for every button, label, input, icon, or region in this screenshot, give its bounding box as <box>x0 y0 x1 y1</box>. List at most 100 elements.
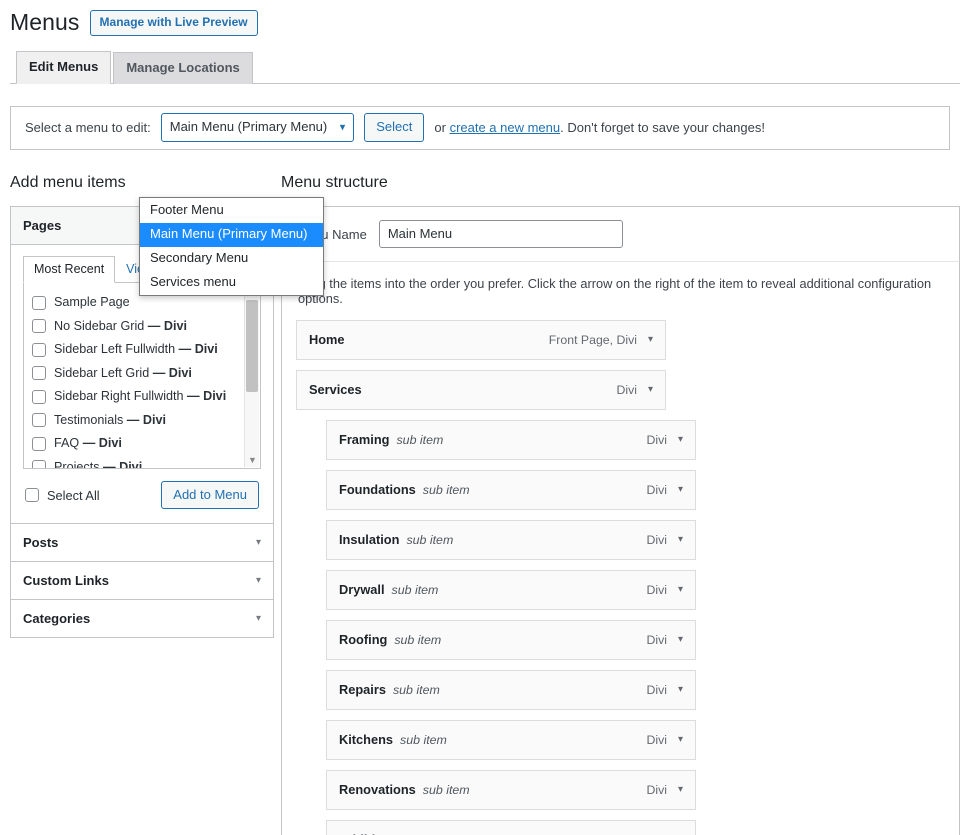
page-title: Menus <box>10 9 80 35</box>
menu-item-renovations[interactable]: Renovations sub item Divi ▾ <box>326 770 696 810</box>
list-item[interactable]: Testimonials — Divi <box>32 409 260 433</box>
menu-item-insulation[interactable]: Insulation sub item Divi ▾ <box>326 520 696 560</box>
add-to-menu-button[interactable]: Add to Menu <box>161 481 259 509</box>
chevron-down-icon[interactable]: ▾ <box>256 613 261 624</box>
select-button[interactable]: Select <box>364 113 425 143</box>
checkbox[interactable] <box>32 319 46 334</box>
menu-structure-heading: Menu structure <box>281 173 388 191</box>
posts-panel-title: Posts <box>23 535 59 550</box>
menu-item-meta: Divi ▾ <box>646 683 683 697</box>
chevron-down-icon[interactable]: ▾ <box>678 784 683 795</box>
menu-item-meta: Front Page, Divi ▾ <box>549 333 653 347</box>
menu-item-labels: Drywall sub item <box>339 582 438 597</box>
dropdown-option-secondary-menu[interactable]: Secondary Menu <box>140 247 323 271</box>
nav-tab-bar: Edit Menus Manage Locations <box>10 51 960 84</box>
menu-item-subtitle: sub item <box>422 783 470 797</box>
chevron-down-icon[interactable]: ▾ <box>648 334 653 345</box>
menu-item-meta: Divi ▾ <box>646 433 683 447</box>
chevron-down-icon[interactable]: ▾ <box>648 384 653 395</box>
menu-item-title: Services <box>309 382 362 397</box>
checkbox[interactable] <box>32 413 46 428</box>
checkbox[interactable] <box>32 342 46 357</box>
chevron-down-icon[interactable]: ▾ <box>678 634 683 645</box>
scrollbar-thumb[interactable] <box>246 300 258 392</box>
list-item-label: No Sidebar Grid — Divi <box>54 318 187 333</box>
menu-item-labels: Repairs sub item <box>339 682 440 697</box>
menu-item-roofing[interactable]: Roofing sub item Divi ▾ <box>326 620 696 660</box>
checkbox[interactable] <box>32 460 46 468</box>
menu-name-input[interactable] <box>378 220 623 248</box>
menu-item-subtitle: sub item <box>392 683 440 697</box>
menu-item-type: Divi <box>646 632 667 647</box>
checkbox[interactable] <box>32 366 46 381</box>
menu-item-title: Roofing <box>339 632 388 647</box>
chevron-down-icon[interactable]: ▾ <box>678 484 683 495</box>
menu-item-home[interactable]: Home Front Page, Divi ▾ <box>296 320 666 360</box>
chevron-down-icon[interactable]: ▾ <box>256 537 261 548</box>
checkbox[interactable] <box>32 295 46 310</box>
menu-item-title: Kitchens <box>339 732 394 747</box>
menu-item-services[interactable]: Services Divi ▾ <box>296 370 666 410</box>
menu-structure-column: Menu Name Drag the items into the order … <box>281 206 960 835</box>
manage-with-live-preview-button[interactable]: Manage with Live Preview <box>89 10 258 36</box>
tab-most-recent[interactable]: Most Recent <box>23 256 116 283</box>
menu-item-labels: Roofing sub item <box>339 632 441 647</box>
dropdown-option-services-menu[interactable]: Services menu <box>140 271 323 295</box>
menu-select-value: Main Menu (Primary Menu) <box>169 119 328 135</box>
dropdown-option-main-menu[interactable]: Main Menu (Primary Menu) <box>140 222 323 247</box>
chevron-down-icon[interactable]: ▾ <box>678 584 683 595</box>
menu-item-additions[interactable]: Additions sub item Divi ▾ <box>326 820 696 835</box>
categories-panel-header[interactable]: Categories ▾ <box>11 600 273 637</box>
tab-manage-locations[interactable]: Manage Locations <box>113 52 253 84</box>
chevron-down-icon[interactable]: ▾ <box>678 684 683 695</box>
list-item[interactable]: No Sidebar Grid — Divi <box>32 315 260 339</box>
menu-item-type: Divi <box>616 382 637 397</box>
pages-panel-footer: Select All Add to Menu <box>23 469 261 511</box>
menu-item-labels: Home <box>309 332 352 347</box>
list-item[interactable]: Sidebar Left Grid — Divi <box>32 362 260 386</box>
menu-item-framing[interactable]: Framing sub item Divi ▾ <box>326 420 696 460</box>
scroll-down-icon[interactable]: ▼ <box>245 453 260 467</box>
menu-item-kitchens[interactable]: Kitchens sub item Divi ▾ <box>326 720 696 760</box>
posts-panel: Posts ▾ <box>10 523 274 562</box>
checkbox[interactable] <box>32 436 46 451</box>
menu-items-area: Drag the items into the order you prefer… <box>281 261 960 835</box>
menu-item-subtitle: sub item <box>396 433 444 447</box>
list-item[interactable]: Sidebar Right Fullwidth — Divi <box>32 385 260 409</box>
menu-item-labels: Insulation sub item <box>339 532 453 547</box>
menu-item-subtitle: sub item <box>391 583 439 597</box>
list-item[interactable]: FAQ — Divi <box>32 432 260 456</box>
tab-edit-menus[interactable]: Edit Menus <box>16 51 112 84</box>
list-item[interactable]: Sidebar Left Fullwidth — Divi <box>32 338 260 362</box>
menu-item-labels: Foundations sub item <box>339 482 470 497</box>
custom-links-panel-header[interactable]: Custom Links ▾ <box>11 562 273 599</box>
menu-item-title: Insulation <box>339 532 400 547</box>
posts-panel-header[interactable]: Posts ▾ <box>11 524 273 561</box>
list-item-label: Projects — Divi <box>54 459 143 469</box>
dropdown-option-footer-menu[interactable]: Footer Menu <box>140 199 323 223</box>
chevron-down-icon[interactable]: ▾ <box>678 734 683 745</box>
checkbox[interactable] <box>25 488 39 502</box>
menu-item-meta: Divi ▾ <box>616 383 653 397</box>
menu-item-repairs[interactable]: Repairs sub item Divi ▾ <box>326 670 696 710</box>
menu-item-foundations[interactable]: Foundations sub item Divi ▾ <box>326 470 696 510</box>
menu-item-type: Divi <box>646 532 667 547</box>
menu-select-dropdown-list[interactable]: Footer Menu Main Menu (Primary Menu) Sec… <box>139 197 324 297</box>
create-a-new-menu-link[interactable]: create a new menu <box>450 120 561 135</box>
menu-select-dropdown[interactable]: Main Menu (Primary Menu) ▾ <box>160 113 355 143</box>
select-all-control[interactable]: Select All <box>25 488 100 503</box>
chevron-down-icon[interactable]: ▾ <box>256 575 261 586</box>
menu-item-drywall[interactable]: Drywall sub item Divi ▾ <box>326 570 696 610</box>
select-menu-label: Select a menu to edit: <box>25 120 151 136</box>
list-item[interactable]: Projects — Divi <box>32 456 260 469</box>
menu-item-title: Foundations <box>339 482 416 497</box>
menu-item-meta: Divi ▾ <box>646 533 683 547</box>
chevron-down-icon[interactable]: ▾ <box>678 534 683 545</box>
checkbox[interactable] <box>32 389 46 404</box>
wp-menus-admin-page: Menus Manage with Live Preview Edit Menu… <box>0 0 960 835</box>
chevron-down-icon[interactable]: ▾ <box>678 434 683 445</box>
menu-item-type: Divi <box>646 482 667 497</box>
menu-item-meta: Divi ▾ <box>646 733 683 747</box>
menu-item-title: Drywall <box>339 582 385 597</box>
pages-list-scrollbar[interactable]: ▲ ▼ <box>244 284 259 467</box>
